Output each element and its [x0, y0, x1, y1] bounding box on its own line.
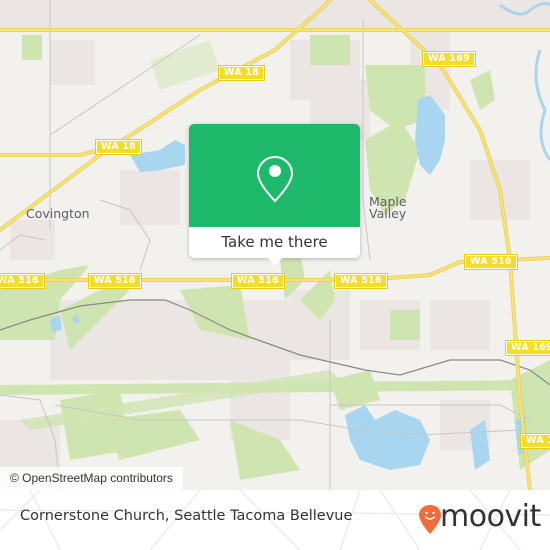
- take-me-there-button[interactable]: Take me there: [189, 228, 360, 258]
- road-shield-wa18: WA 18: [95, 139, 142, 155]
- location-title: Cornerstone Church, Seattle Tacoma Belle…: [20, 508, 353, 524]
- moovit-pin-icon: [419, 505, 441, 534]
- road-shield-wa169: WA 169: [422, 51, 476, 67]
- road-shield-wa169: WA 1: [519, 433, 550, 449]
- map-attribution[interactable]: © OpenStreetMap contributors: [0, 467, 183, 490]
- popup-pointer: [267, 257, 283, 266]
- road-shield-wa18: WA 18: [218, 65, 265, 81]
- location-popup[interactable]: Take me there: [189, 124, 360, 266]
- footer-bar: Cornerstone Church, Seattle Tacoma Belle…: [0, 490, 550, 550]
- moovit-logo[interactable]: moovit: [418, 498, 541, 538]
- popup-header[interactable]: [189, 124, 360, 227]
- map-view[interactable]: Covington Maple Valley WA 18 WA 18 WA 16…: [0, 0, 550, 490]
- road-shield-wa516: WA 516: [334, 273, 388, 289]
- road-shield-wa516: WA 516: [231, 273, 285, 289]
- road-shield-wa516: WA 516: [464, 254, 518, 270]
- place-label-maple-valley: Valley: [369, 206, 407, 221]
- road-shield-wa516: WA 516: [88, 273, 142, 289]
- moovit-wordmark: moovit: [440, 499, 541, 534]
- road-shield-wa516: WA 516: [0, 273, 45, 289]
- place-label-covington: Covington: [26, 206, 90, 221]
- map-pin-icon: [256, 155, 294, 203]
- road-shield-wa169: WA 169: [505, 340, 550, 356]
